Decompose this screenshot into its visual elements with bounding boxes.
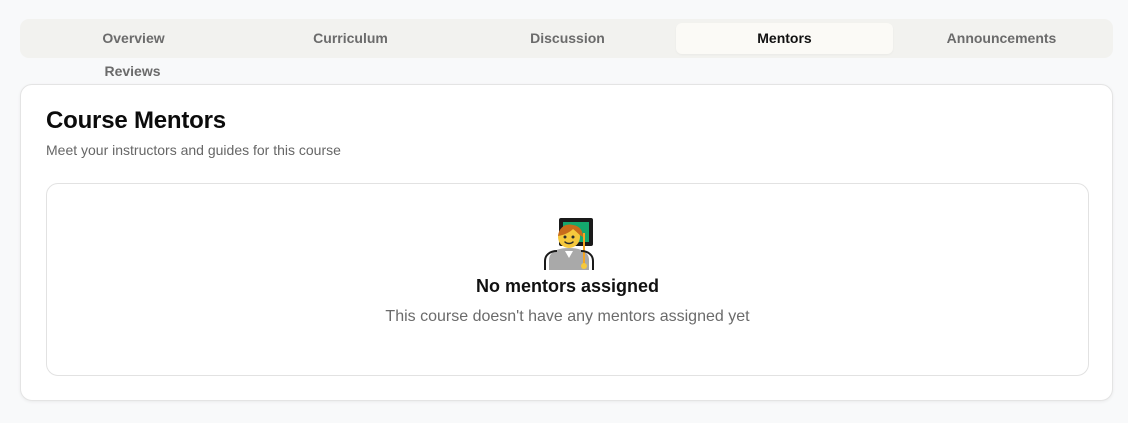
empty-state: No mentors assigned This course doesn't … [46, 183, 1089, 376]
empty-state-text: This course doesn't have any mentors ass… [385, 308, 750, 325]
mentors-card: Course Mentors Meet your instructors and… [20, 84, 1113, 401]
course-page: Overview Curriculum Discussion Mentors A… [0, 0, 1128, 423]
teacher-emoji-icon [544, 218, 594, 270]
tab-discussion[interactable]: Discussion [459, 23, 676, 54]
tab-mentors[interactable]: Mentors [676, 23, 893, 54]
tab-overview[interactable]: Overview [25, 23, 242, 54]
course-tabs: Overview Curriculum Discussion Mentors A… [20, 19, 1113, 58]
tab-curriculum[interactable]: Curriculum [242, 23, 459, 54]
card-title: Course Mentors [46, 107, 226, 134]
empty-state-title: No mentors assigned [475, 276, 660, 296]
tab-announcements[interactable]: Announcements [893, 23, 1110, 54]
course-tabs-row-2: Reviews [20, 58, 245, 84]
tab-reviews[interactable]: Reviews [24, 58, 241, 84]
card-subtitle: Meet your instructors and guides for thi… [46, 142, 341, 158]
